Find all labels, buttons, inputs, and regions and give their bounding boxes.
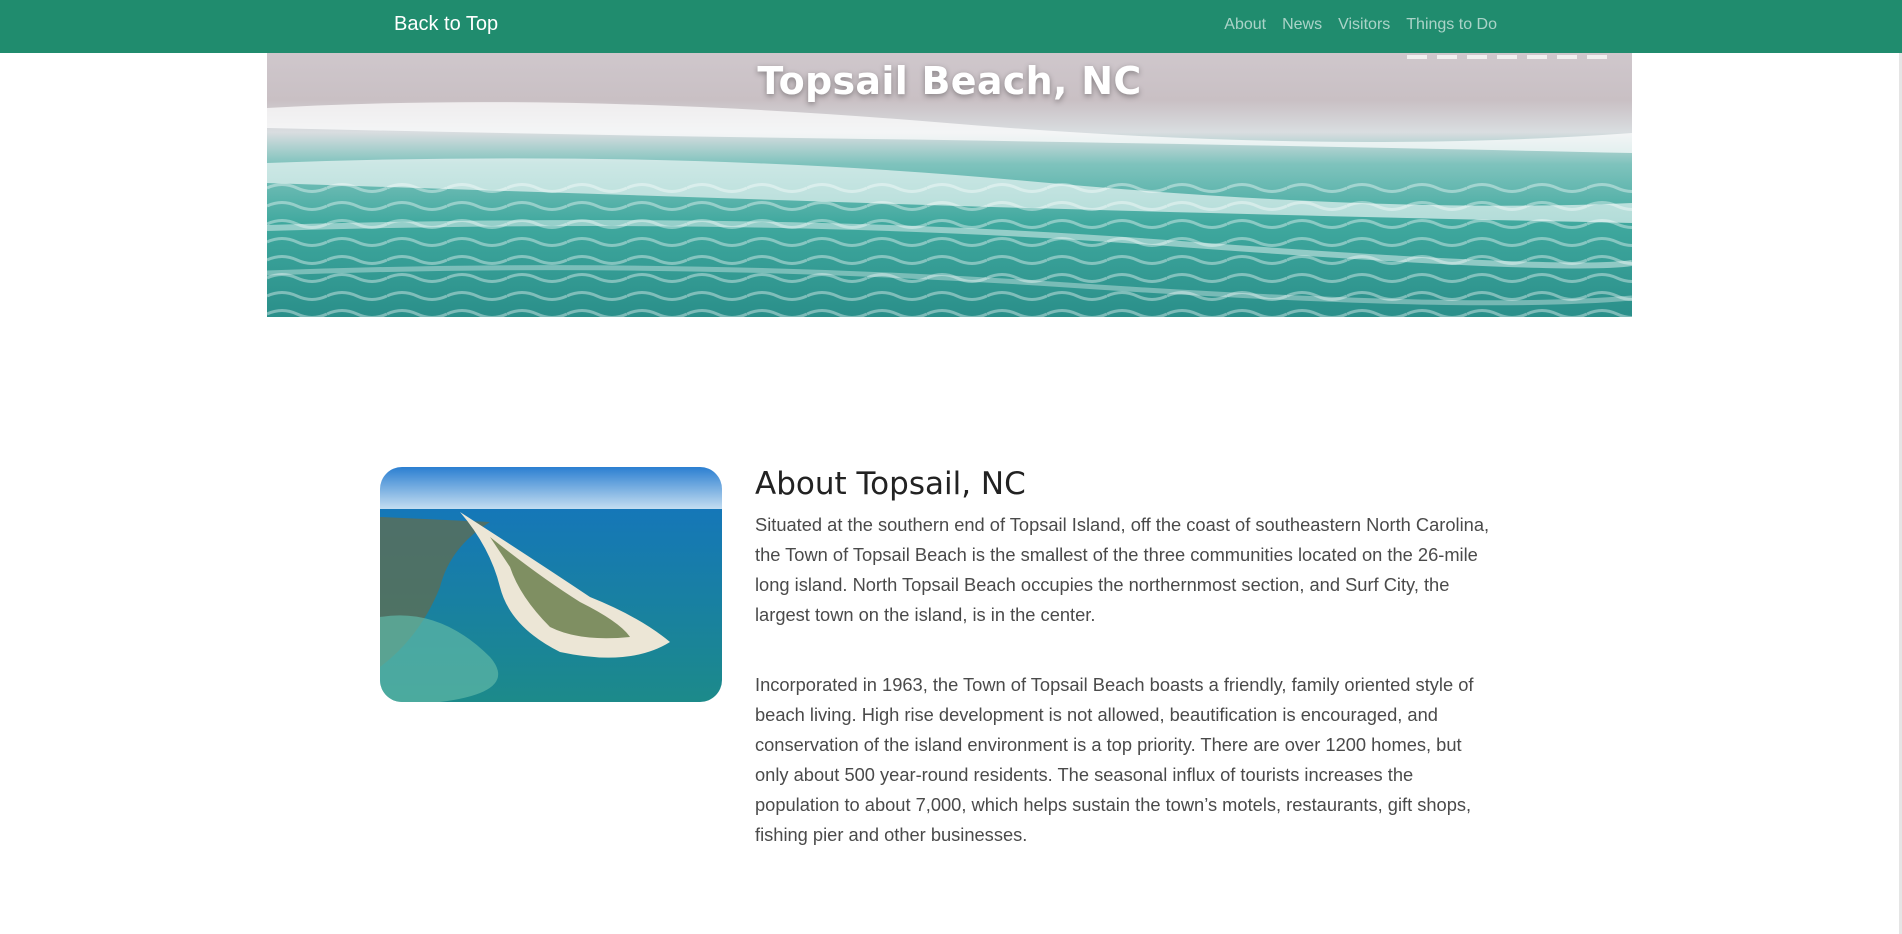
nav-link-news[interactable]: News	[1282, 16, 1322, 34]
about-paragraph-2: Incorporated in 1963, the Town of Topsai…	[755, 674, 1474, 845]
hero-banner: Topsail Beach, NC	[267, 53, 1632, 317]
nav-link-visitors[interactable]: Visitors	[1338, 16, 1390, 34]
hero-title: Topsail Beach, NC	[757, 59, 1142, 103]
island-aerial-illustration	[380, 467, 722, 702]
about-title: About Topsail, NC	[755, 466, 1026, 502]
back-to-top-link[interactable]: Back to Top	[394, 13, 498, 36]
nav-link-things-to-do[interactable]: Things to Do	[1406, 16, 1497, 34]
navbar: Back to Top About News Visitors Things t…	[0, 0, 1902, 53]
about-paragraph-1: Situated at the southern end of Topsail …	[755, 514, 1490, 625]
about-section: About Topsail, NC Situated at the southe…	[755, 466, 1500, 850]
nav-links: About News Visitors Things to Do	[1224, 16, 1497, 34]
nav-link-about[interactable]: About	[1224, 16, 1266, 34]
about-island-image	[380, 467, 722, 702]
